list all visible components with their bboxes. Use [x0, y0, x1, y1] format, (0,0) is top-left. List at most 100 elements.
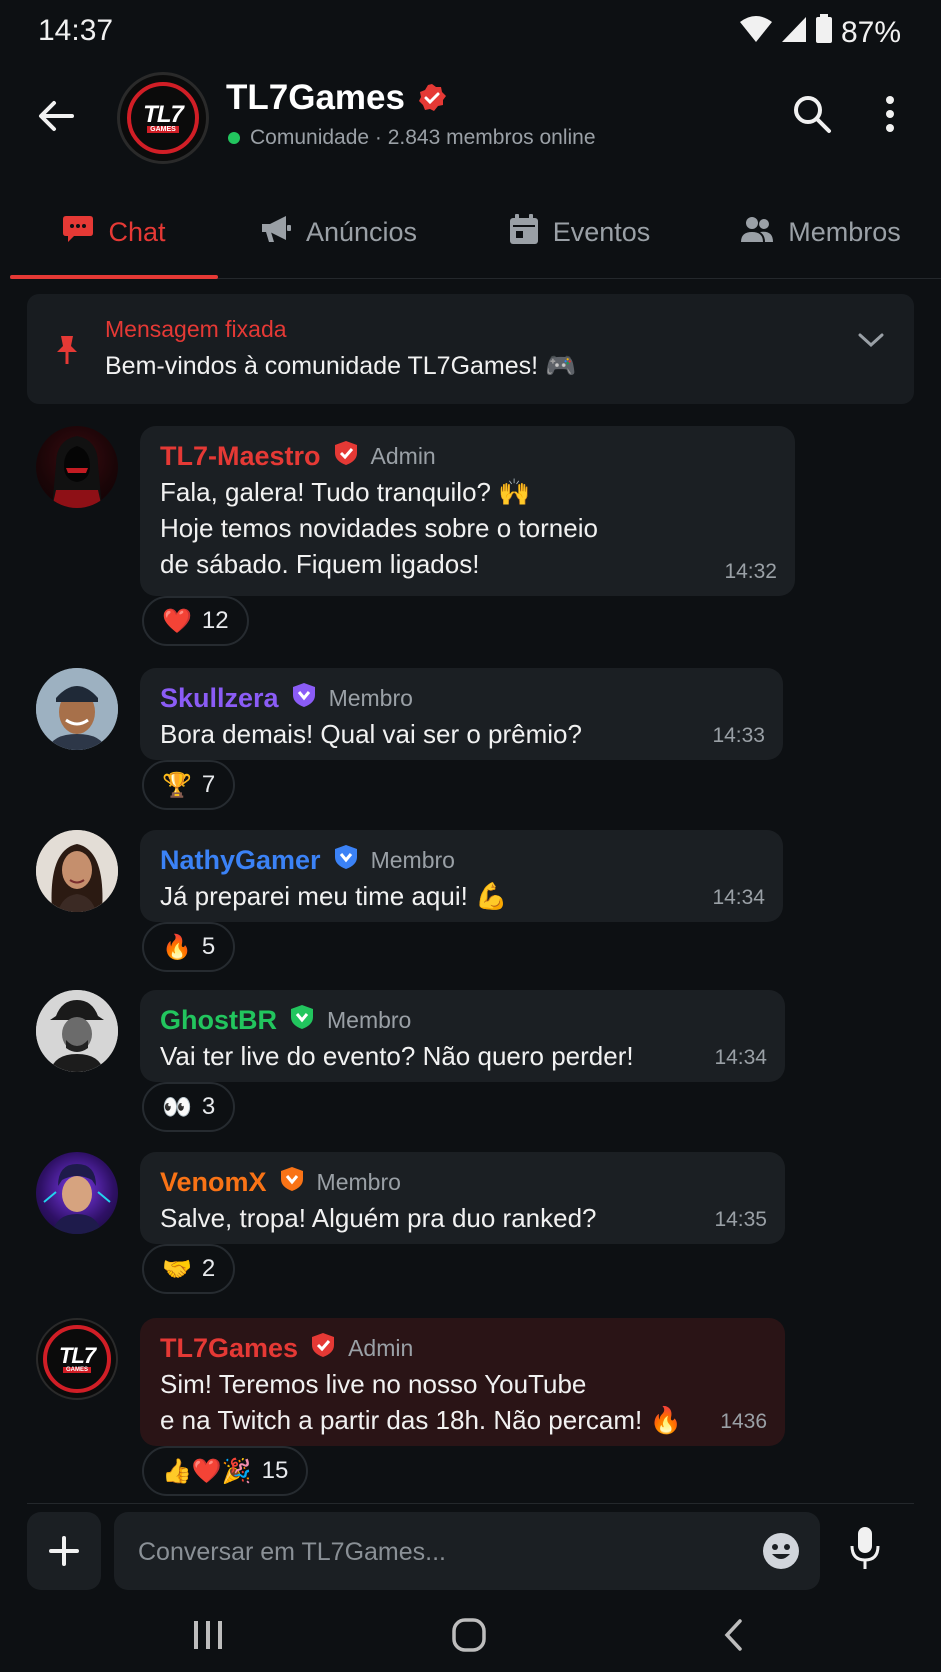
plus-icon — [49, 1536, 79, 1566]
back-arrow-icon[interactable] — [34, 94, 78, 138]
message-role: Admin — [348, 1334, 414, 1361]
more-vert-icon[interactable] — [880, 94, 900, 134]
reaction-count: 5 — [201, 933, 216, 960]
megaphone-icon — [260, 214, 292, 251]
community-title[interactable]: TL7Games — [226, 78, 447, 118]
nav-back-icon[interactable] — [722, 1618, 744, 1657]
reaction-chip[interactable]: 🤝 2 — [142, 1244, 236, 1294]
avatar[interactable] — [36, 426, 118, 508]
logo-text: TL7 — [58, 1343, 96, 1368]
message-role: Membro — [370, 846, 455, 873]
message-role: Admin — [370, 442, 436, 469]
message-author[interactable]: TL7-Maestro — [160, 441, 321, 472]
message-text: Fala, galera! Tudo tranquilo? 🙌 Hoje tem… — [160, 477, 598, 579]
battery-level: 87% — [840, 16, 901, 49]
avatar[interactable] — [36, 830, 118, 912]
message-role: Membro — [328, 684, 413, 711]
members-online: Comunidade · 2.843 membros online — [250, 126, 596, 149]
tab-eventos[interactable]: Eventos — [459, 186, 700, 278]
reaction-emoji: 🔥 — [162, 933, 192, 961]
reaction-chip[interactable]: 👍❤️🎉 15 — [142, 1446, 309, 1496]
reaction-emoji: 🏆 — [162, 771, 192, 799]
message-author[interactable]: GhostBR — [160, 1005, 277, 1036]
avatar[interactable] — [36, 990, 118, 1072]
tab-membros[interactable]: Membros — [700, 186, 941, 278]
message-author[interactable]: TL7Games — [160, 1333, 298, 1364]
emoji-icon[interactable] — [762, 1532, 800, 1575]
message-text: Sim! Teremos live no nosso YouTube e na … — [160, 1369, 682, 1435]
reaction-emoji: 🤝 — [162, 1255, 192, 1283]
tab-chat[interactable]: Chat — [10, 186, 218, 279]
page-title: TL7Games — [226, 78, 405, 117]
tab-label: Chat — [108, 216, 166, 247]
message-composer[interactable] — [114, 1512, 820, 1592]
chevron-down-icon[interactable] — [858, 332, 884, 353]
tab-label: Membros — [788, 216, 901, 247]
online-dot — [228, 132, 240, 144]
message-author[interactable]: Skullzera — [160, 683, 279, 714]
reaction-emoji: 👀 — [162, 1093, 192, 1121]
home-icon[interactable] — [452, 1618, 486, 1657]
message-text: Vai ter live do evento? Não quero perder… — [160, 1041, 634, 1071]
message-text: Bora demais! Qual vai ser o prêmio? — [160, 719, 582, 749]
system-nav-bar — [0, 1600, 941, 1672]
admin-badge-icon — [333, 440, 359, 473]
avatar[interactable] — [36, 668, 118, 750]
message-bubble[interactable]: GhostBR Membro Vai ter live do evento? N… — [140, 990, 785, 1082]
message-role: Membro — [327, 1006, 412, 1033]
tab-label: Anúncios — [305, 216, 418, 247]
divider — [27, 1503, 914, 1504]
tab-bar: Chat Anúncios Eventos Membros — [10, 186, 941, 279]
avatar[interactable] — [36, 1152, 118, 1234]
message-text: Salve, tropa! Alguém pra duo ranked? — [160, 1203, 597, 1233]
reaction-emoji: 👍❤️🎉 — [162, 1457, 252, 1485]
reaction-emoji: ❤️ — [162, 607, 192, 635]
message-bubble[interactable]: TL7-Maestro Admin Fala, galera! Tudo tra… — [140, 426, 795, 596]
wifi-icon — [739, 15, 773, 51]
message-bubble[interactable]: VenomX Membro Salve, tropa! Alguém pra d… — [140, 1152, 785, 1244]
pinned-label: Mensagem fixada — [105, 316, 287, 342]
avatar[interactable]: TL7 GAMES — [36, 1318, 118, 1400]
people-icon — [740, 215, 774, 250]
member-badge-icon — [279, 1166, 305, 1199]
tab-label: Eventos — [552, 216, 651, 247]
message-time: 14:35 — [714, 1208, 767, 1231]
status-time: 14:37 — [38, 14, 114, 47]
message-bubble[interactable]: TL7Games Admin Sim! Teremos live no noss… — [140, 1318, 785, 1446]
message-time: 14:33 — [712, 724, 765, 747]
pin-icon — [55, 334, 79, 371]
recent-apps-icon[interactable] — [192, 1620, 224, 1655]
admin-badge-icon — [310, 1332, 336, 1365]
reaction-count: 2 — [201, 1255, 216, 1282]
member-badge-icon — [289, 1004, 315, 1037]
add-attachment-button[interactable] — [27, 1512, 101, 1590]
search-icon[interactable] — [792, 94, 832, 134]
reaction-chip[interactable]: 👀 3 — [142, 1082, 236, 1132]
mic-icon[interactable] — [850, 1526, 880, 1575]
reaction-count: 12 — [201, 607, 229, 634]
message-time: 1436 — [720, 1410, 767, 1433]
message-bubble[interactable]: Skullzera Membro Bora demais! Qual vai s… — [140, 668, 783, 760]
reaction-chip[interactable]: 🔥 5 — [142, 922, 236, 972]
message-author[interactable]: VenomX — [160, 1167, 267, 1198]
message-time: 14:34 — [712, 886, 765, 909]
calendar-icon — [509, 213, 539, 252]
message-role: Membro — [316, 1168, 401, 1195]
message-time: 14:32 — [724, 560, 777, 583]
message-text: Já preparei meu time aqui! 💪 — [160, 881, 508, 911]
community-logo[interactable]: TL7 GAMES — [117, 72, 209, 164]
reaction-chip[interactable]: 🏆 7 — [142, 760, 236, 810]
tab-anuncios[interactable]: Anúncios — [218, 186, 459, 278]
pinned-message[interactable]: Mensagem fixada Bem-vindos à comunidade … — [27, 294, 914, 404]
status-icons: 87% — [739, 14, 901, 52]
message-input[interactable] — [136, 1512, 720, 1592]
battery-icon — [815, 14, 833, 52]
reaction-count: 7 — [201, 771, 216, 798]
logo-subtext: GAMES — [147, 125, 179, 133]
member-badge-icon — [333, 844, 359, 877]
signal-icon — [781, 15, 807, 51]
message-bubble[interactable]: NathyGamer Membro Já preparei meu time a… — [140, 830, 783, 922]
member-badge-icon — [291, 682, 317, 715]
message-author[interactable]: NathyGamer — [160, 845, 321, 876]
reaction-chip[interactable]: ❤️ 12 — [142, 596, 249, 646]
